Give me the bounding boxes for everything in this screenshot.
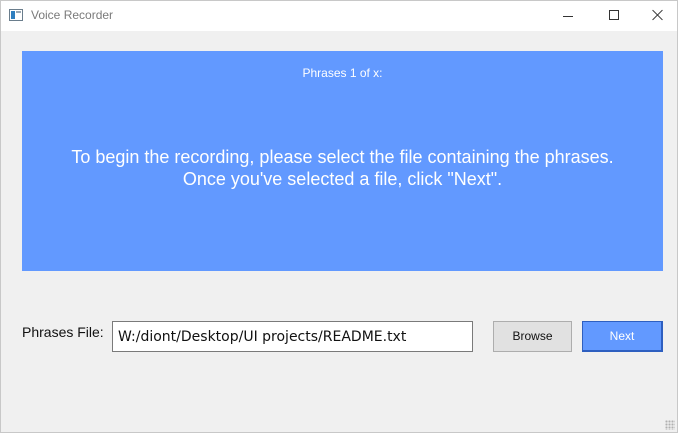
phrases-file-label: Phrases File: [22, 324, 104, 340]
minimize-button[interactable] [545, 1, 591, 31]
phrase-counter: Phrases 1 of x: [302, 66, 383, 80]
next-button[interactable]: Next [582, 321, 663, 352]
size-grip-icon[interactable] [665, 420, 675, 430]
voice-recorder-window: Voice Recorder Phrases 1 of x: To begin … [0, 0, 678, 433]
title-bar[interactable]: Voice Recorder [1, 1, 677, 31]
window-title: Voice Recorder [31, 8, 114, 22]
close-button[interactable] [635, 1, 677, 31]
instructions-line-2: Once you've selected a file, click "Next… [182, 169, 503, 189]
close-icon [652, 9, 664, 21]
browse-button[interactable]: Browse [493, 321, 572, 352]
maximize-icon [609, 10, 619, 20]
phrases-file-input[interactable] [112, 321, 473, 352]
instructions-text: To begin the recording, please select th… [22, 146, 663, 190]
instructions-line-1: To begin the recording, please select th… [71, 147, 614, 167]
maximize-button[interactable] [591, 1, 637, 31]
app-icon [9, 9, 23, 21]
status-bar [1, 414, 677, 432]
minimize-icon [563, 16, 573, 17]
instruction-panel: Phrases 1 of x: To begin the recording, … [22, 51, 663, 271]
